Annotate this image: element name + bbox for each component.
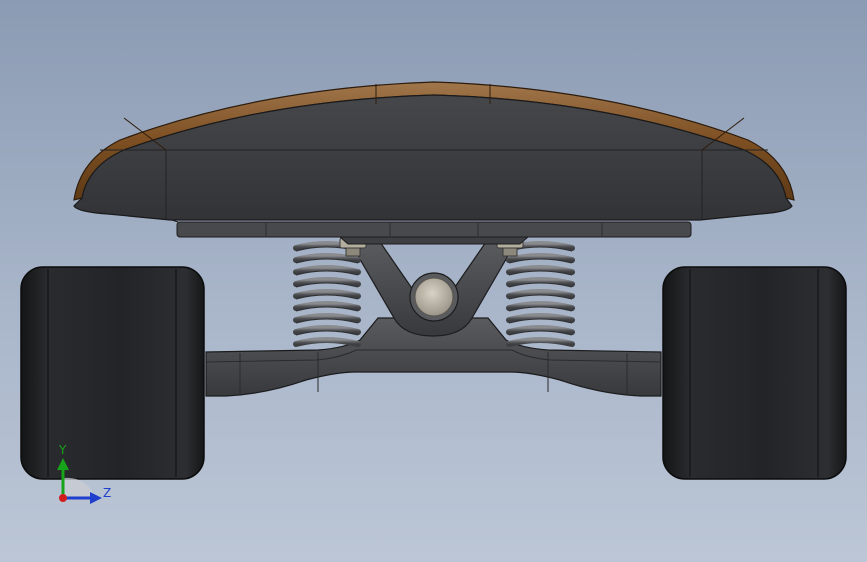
right-wheel[interactable] — [662, 266, 847, 480]
left-spring — [293, 241, 361, 347]
z-axis-label: Z — [103, 486, 112, 500]
left-wheel[interactable] — [20, 266, 205, 480]
cad-viewport[interactable]: Y Z — [0, 0, 867, 562]
baseplate[interactable] — [176, 221, 692, 245]
deck[interactable] — [73, 81, 795, 223]
y-axis-label: Y — [59, 443, 67, 457]
pivot-bushing — [409, 272, 459, 322]
right-spring — [506, 241, 575, 347]
skateboard-model[interactable] — [0, 0, 867, 562]
